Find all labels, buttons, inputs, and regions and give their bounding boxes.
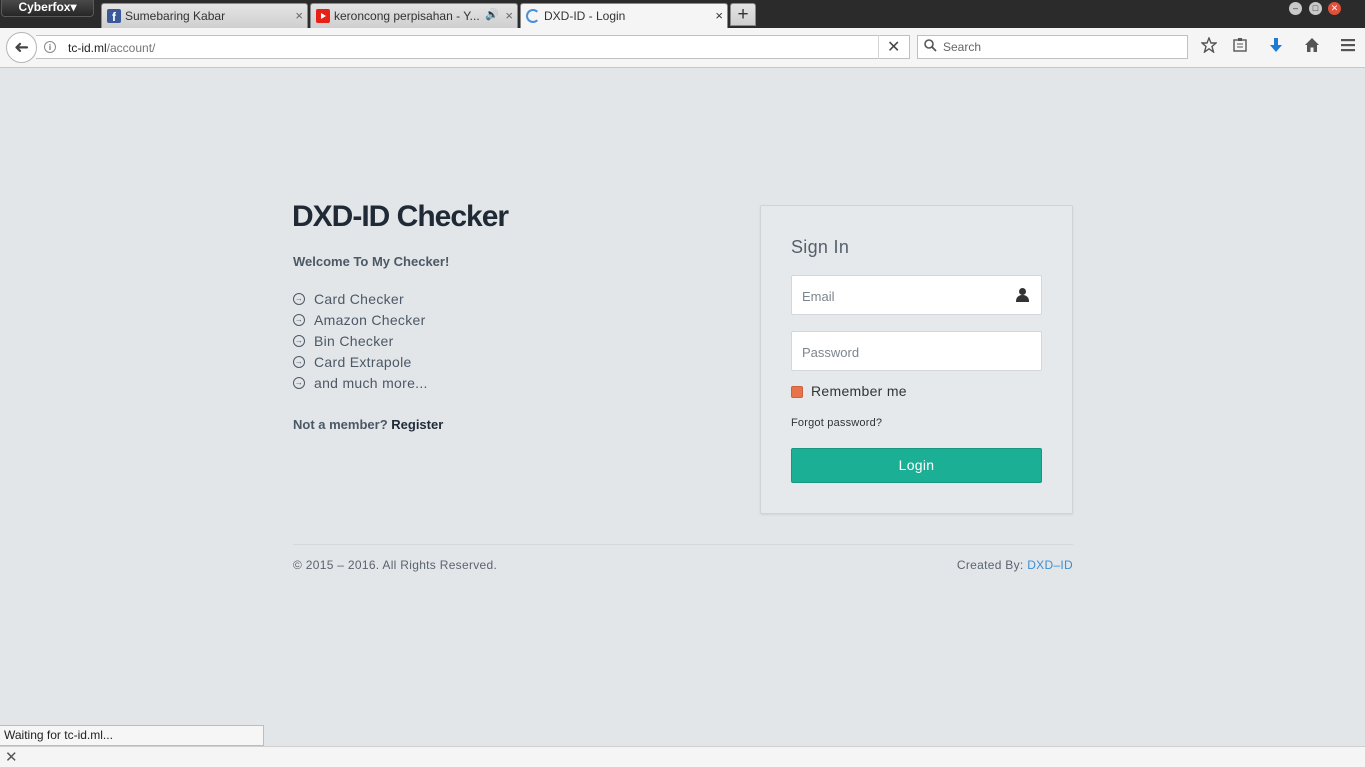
tab-title: Sumebaring Kabar [125,9,226,23]
back-button[interactable]: ➜ [6,32,37,63]
tab-youtube[interactable]: keroncong perpisahan - Y... 🔊 × [310,3,518,28]
audio-icon[interactable]: 🔊 [485,8,499,21]
welcome-text: Welcome To My Checker! [293,254,450,269]
footer-divider [293,544,1073,545]
list-item: → and much more... [293,375,428,391]
reading-list-icon[interactable] [1229,37,1251,58]
signin-card: Sign In Remember me Forgot password? Log… [760,205,1073,514]
home-icon[interactable] [1301,37,1323,58]
remember-checkbox[interactable] [791,386,803,398]
arrow-circle-icon: → [293,356,305,368]
download-icon[interactable] [1265,37,1287,58]
remember-label[interactable]: Remember me [811,383,907,399]
member-prompt: Not a member? Register [293,417,444,432]
arrow-circle-icon: → [293,293,305,305]
divider [878,35,879,59]
email-field[interactable] [791,275,1042,315]
user-icon [1015,288,1029,303]
close-icon[interactable]: ✕ [5,748,18,766]
tab-facebook[interactable]: f Sumebaring Kabar × [101,3,308,28]
menu-icon[interactable] [1337,37,1359,58]
tab-title: DXD-ID - Login [544,9,626,23]
tab-dxd-login[interactable]: DXD-ID - Login × [520,3,728,29]
bottom-bar: ✕ [0,746,1365,767]
tab-close-icon[interactable]: × [505,8,513,23]
bookmark-star-icon[interactable] [1198,36,1220,58]
page-title: DXD-ID Checker [292,200,509,233]
created-by: Created By: DXD–ID [956,558,1073,572]
search-input[interactable] [943,39,1173,55]
password-field[interactable] [791,331,1042,371]
new-tab-button[interactable]: + [730,3,756,26]
maximize-button[interactable]: □ [1309,2,1322,15]
loading-spinner-icon [526,9,540,23]
app-menu-button[interactable]: Cyberfox▾ [1,0,94,17]
register-link[interactable]: Register [391,417,443,432]
list-item: → Card Checker [293,291,404,307]
back-arrow-icon: ➜ [13,37,30,57]
tab-close-icon[interactable]: × [295,8,303,23]
author-link[interactable]: DXD–ID [1027,558,1073,572]
copyright-text: © 2015 – 2016. All Rights Reserved. [293,558,498,572]
arrow-circle-icon: → [293,335,305,347]
feature-list: → Card Checker → Amazon Checker → Bin Check… [293,291,428,396]
status-bar: Waiting for tc-id.ml... [0,725,264,746]
forgot-password-link[interactable]: Forgot password? [791,417,882,429]
arrow-circle-icon: → [293,314,305,326]
email-input[interactable] [802,287,1002,305]
stop-icon[interactable]: ✕ [887,37,900,57]
login-button[interactable]: Login [791,448,1042,483]
navigation-bar: i tc-id.ml/account/ ➜ ✕ [0,28,1365,68]
search-bar[interactable] [917,35,1188,59]
list-item: → Bin Checker [293,333,394,349]
password-input[interactable] [802,343,1002,361]
url-bar[interactable]: i tc-id.ml/account/ [36,35,910,59]
tab-close-icon[interactable]: × [715,8,723,23]
minimize-button[interactable]: – [1289,2,1302,15]
list-item: → Card Extrapole [293,354,412,370]
info-icon[interactable]: i [44,41,56,53]
close-window-button[interactable]: ✕ [1328,2,1341,15]
signin-title: Sign In [791,237,850,257]
title-bar: Cyberfox▾ f Sumebaring Kabar × keroncong… [0,0,1365,29]
facebook-icon: f [107,9,121,24]
url-text[interactable]: tc-id.ml/account/ [68,41,155,55]
list-item: → Amazon Checker [293,312,426,328]
tab-title: keroncong perpisahan - Y... [334,9,479,23]
youtube-icon [316,9,330,23]
arrow-circle-icon: → [293,377,305,389]
search-icon [924,39,937,55]
